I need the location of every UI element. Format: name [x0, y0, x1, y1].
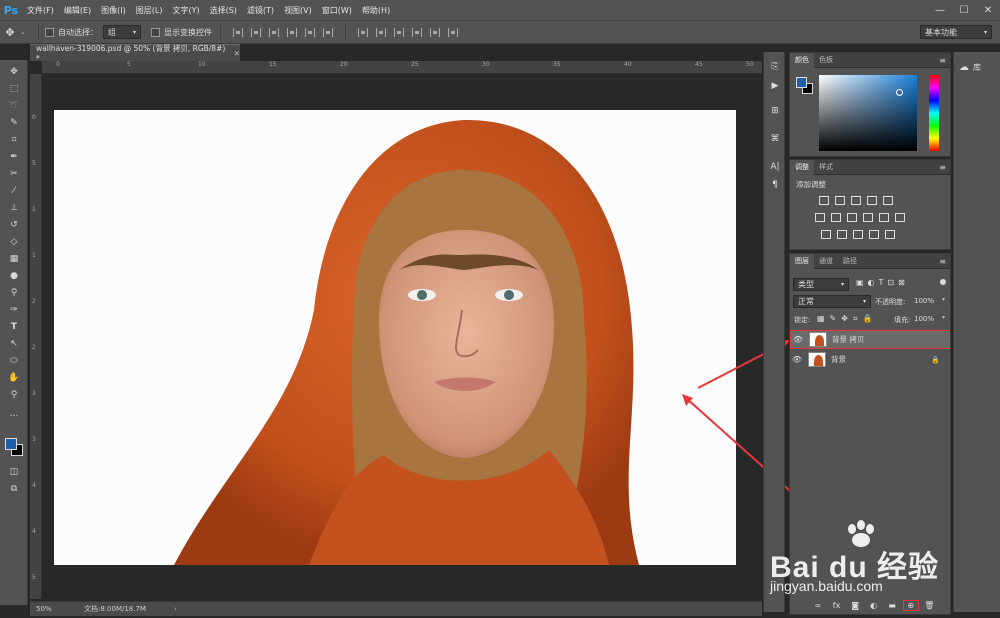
character-icon[interactable]: A| [767, 160, 783, 174]
lock-icons[interactable]: ▦✎✥⌗🔒 [817, 314, 877, 324]
lock-label: 锁定: [794, 316, 811, 324]
color-panel: 颜色 色板 ≡ [789, 52, 951, 157]
blend-mode-value: 正常 [798, 297, 814, 306]
layer-name[interactable]: 背景 [831, 354, 846, 365]
fill-value[interactable]: 100% [914, 315, 934, 323]
tab-swatches[interactable]: 色板 [814, 53, 838, 68]
adjustments-panel-tabs: 调整 样式 ≡ [790, 159, 950, 175]
blend-mode-dropdown[interactable]: 正常 ▾ [793, 295, 871, 308]
add-adjustment-label: 添加调整 [796, 180, 826, 189]
document-size: 文档:8.00M/18.7M [84, 605, 146, 613]
panel-menu-icon[interactable]: ≡ [939, 163, 946, 172]
adjustment-row-1 [790, 196, 950, 207]
layer-row[interactable]: 👁 背景 🔒 [790, 350, 950, 369]
layer-filter-icons[interactable]: ▣◐T⊡⊠ [856, 278, 909, 287]
adjustments-panel: 调整 样式 ≡ 添加调整 [789, 159, 951, 250]
layer-thumbnail [809, 332, 827, 347]
fill-label: 填充: [894, 316, 911, 324]
color-lookup-icon[interactable] [895, 213, 905, 222]
libraries-label: 库 [973, 63, 981, 72]
opacity-label: 不透明度: [875, 298, 906, 306]
curves-icon[interactable] [851, 196, 861, 205]
color-field[interactable] [819, 75, 917, 151]
opacity-value[interactable]: 100% [914, 297, 934, 305]
selective-color-icon[interactable] [885, 230, 895, 239]
actions-play-icon[interactable]: ▶ [767, 79, 783, 93]
layers-panel-tabs: 图层 通道 路径 ≡ [790, 253, 950, 269]
tab-layers[interactable]: 图层 [790, 253, 814, 269]
tab-styles[interactable]: 样式 [814, 160, 838, 175]
filter-toggle-icon[interactable] [940, 279, 946, 285]
vibrance-icon[interactable] [883, 196, 893, 205]
zoom-level[interactable]: 50% [30, 605, 60, 613]
adjustment-row-3 [790, 230, 950, 241]
brightness-icon[interactable] [819, 196, 829, 205]
foreground-color-swatch[interactable] [5, 438, 17, 450]
chevron-down-icon[interactable]: ▾ [942, 296, 945, 303]
layer-row-selected[interactable]: 👁 背景 拷贝 [790, 330, 950, 349]
tab-adjustments[interactable]: 调整 [790, 159, 814, 175]
chevron-down-icon[interactable]: ▾ [942, 314, 945, 321]
layer-name[interactable]: 背景 拷贝 [832, 334, 864, 345]
adjustment-row-2 [790, 213, 950, 224]
levels-icon[interactable] [835, 196, 845, 205]
fg-color-chip[interactable] [796, 77, 807, 88]
panel-menu-icon[interactable]: ≡ [939, 257, 946, 266]
photo-filter-icon[interactable] [863, 213, 873, 222]
status-bar: 50% 文档:8.00M/18.7M › [30, 601, 762, 616]
tab-paths[interactable]: 路径 [838, 254, 862, 269]
watermark-url: jingyan.baidu.com [770, 578, 883, 594]
tab-color[interactable]: 颜色 [790, 52, 814, 68]
hue-saturation-icon[interactable] [815, 213, 825, 222]
chevron-down-icon: ▾ [840, 281, 844, 288]
hue-slider[interactable] [929, 75, 939, 151]
layer-thumbnail [808, 352, 826, 367]
history-icon[interactable]: ⎘ [767, 60, 783, 74]
channel-mixer-icon[interactable] [879, 213, 889, 222]
baidu-watermark: Bai du 经验 jingyan.baidu.com [760, 520, 1000, 618]
gradient-map-icon[interactable] [869, 230, 879, 239]
brush-settings-icon[interactable]: ⌘ [767, 132, 783, 146]
threshold-icon[interactable] [853, 230, 863, 239]
tab-channels[interactable]: 通道 [814, 254, 838, 269]
color-panel-tabs: 颜色 色板 ≡ [790, 52, 950, 68]
black-white-icon[interactable] [847, 213, 857, 222]
color-balance-icon[interactable] [831, 213, 841, 222]
chevron-down-icon: ▾ [862, 298, 866, 305]
panel-menu-icon[interactable]: ≡ [939, 56, 946, 65]
chevron-right-icon[interactable]: › [174, 605, 177, 613]
creative-cloud-icon: ☁ [959, 62, 969, 73]
libraries-button[interactable]: ☁ 库 [959, 62, 981, 73]
posterize-icon[interactable] [837, 230, 847, 239]
lock-icon: 🔒 [931, 355, 940, 364]
properties-icon[interactable]: ⊞ [767, 104, 783, 118]
layer-filter-dropdown[interactable]: 类型 ▾ [793, 278, 849, 291]
layer-filter-kind: 类型 [798, 280, 814, 289]
visibility-eye-icon[interactable]: 👁 [790, 355, 804, 364]
color-picker-cursor[interactable] [896, 89, 903, 96]
invert-icon[interactable] [821, 230, 831, 239]
visibility-eye-icon[interactable]: 👁 [791, 335, 805, 344]
exposure-icon[interactable] [867, 196, 877, 205]
paragraph-icon[interactable]: ¶ [767, 178, 783, 192]
